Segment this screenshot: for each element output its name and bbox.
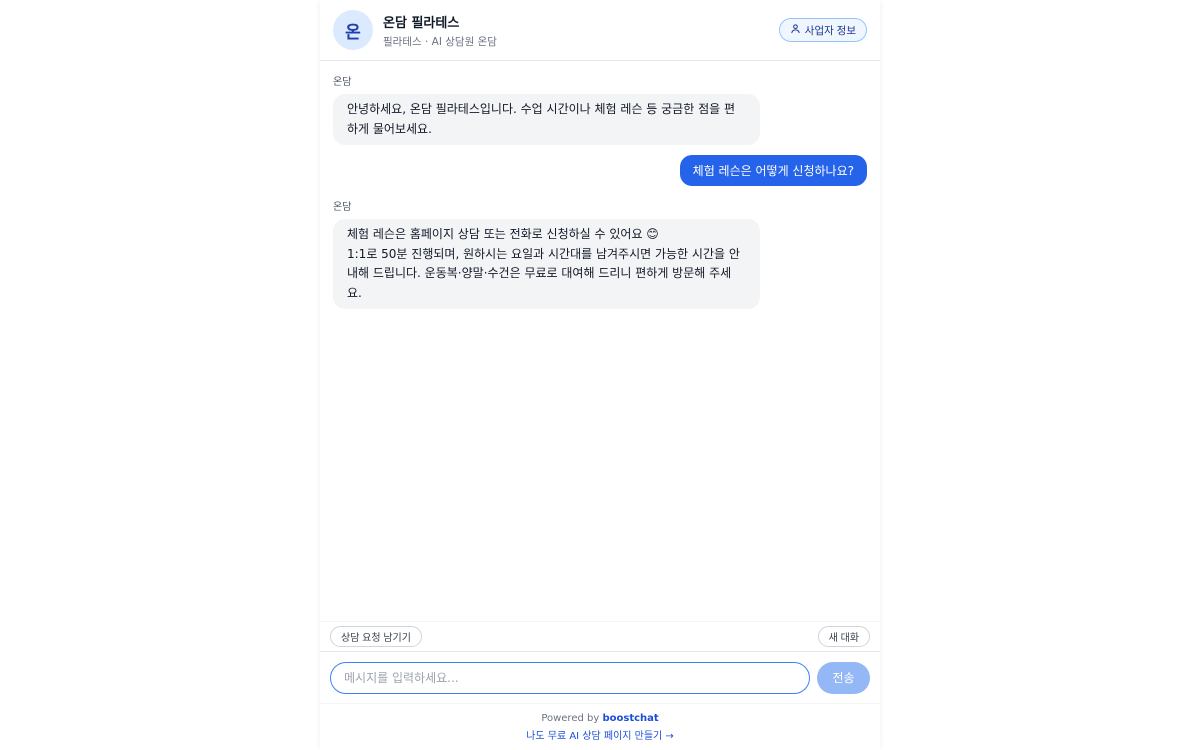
new-chat-button[interactable]: 새 대화 xyxy=(817,626,870,647)
bot-message: 온담 안녕하세요, 온담 필라테스입니다. 수업 시간이나 체험 레슨 등 궁금… xyxy=(333,73,867,145)
business-info-label: 사업자 정보 xyxy=(804,24,856,37)
user-icon xyxy=(790,23,801,37)
powered-prefix: Powered by xyxy=(541,712,600,724)
business-info-button[interactable]: 사업자 정보 xyxy=(778,18,867,42)
bot-bubble: 안녕하세요, 온담 필라테스입니다. 수업 시간이나 체험 레슨 등 궁금한 점… xyxy=(333,94,760,145)
user-message: 체험 레슨은 어떻게 신청하나요? xyxy=(333,155,867,186)
message-sender: 온담 xyxy=(333,202,352,213)
avatar: 온 xyxy=(333,10,373,50)
bot-bubble: 체험 레슨은 홈페이지 상담 또는 전화로 신청하실 수 있어요 😊 1:1로 … xyxy=(333,219,760,309)
header-text: 온담 필라테스 필라테스 · AI 상담원 온담 xyxy=(383,12,497,49)
bot-subtitle: 필라테스 · AI 상담원 온담 xyxy=(383,35,497,48)
powered-by: Powered by boostchat xyxy=(541,713,658,724)
chat-app: 온 온담 필라테스 필라테스 · AI 상담원 온담 사업자 정보 온담 안녕하… xyxy=(320,0,880,750)
message-sender: 온담 xyxy=(333,77,352,88)
chat-header: 온 온담 필라테스 필라테스 · AI 상담원 온담 사업자 정보 xyxy=(320,0,880,61)
message-input[interactable] xyxy=(330,661,810,694)
send-button[interactable]: 전송 xyxy=(817,661,870,694)
make-page-link[interactable]: 나도 무료 AI 상담 페이지 만들기 → xyxy=(526,727,674,742)
composer: 전송 xyxy=(320,651,880,703)
bot-name: 온담 필라테스 xyxy=(383,15,460,31)
user-bubble: 체험 레슨은 어떻게 신청하나요? xyxy=(679,155,867,186)
brand-name[interactable]: boostchat xyxy=(602,713,658,724)
quick-actions: 상담 요청 남기기 새 대화 xyxy=(320,621,880,651)
leave-request-button[interactable]: 상담 요청 남기기 xyxy=(330,626,422,647)
message-list: 온담 안녕하세요, 온담 필라테스입니다. 수업 시간이나 체험 레슨 등 궁금… xyxy=(320,61,880,621)
bot-message: 온담 체험 레슨은 홈페이지 상담 또는 전화로 신청하실 수 있어요 😊 1:… xyxy=(333,198,867,309)
footer: Powered by boostchat 나도 무료 AI 상담 페이지 만들기… xyxy=(320,703,880,750)
